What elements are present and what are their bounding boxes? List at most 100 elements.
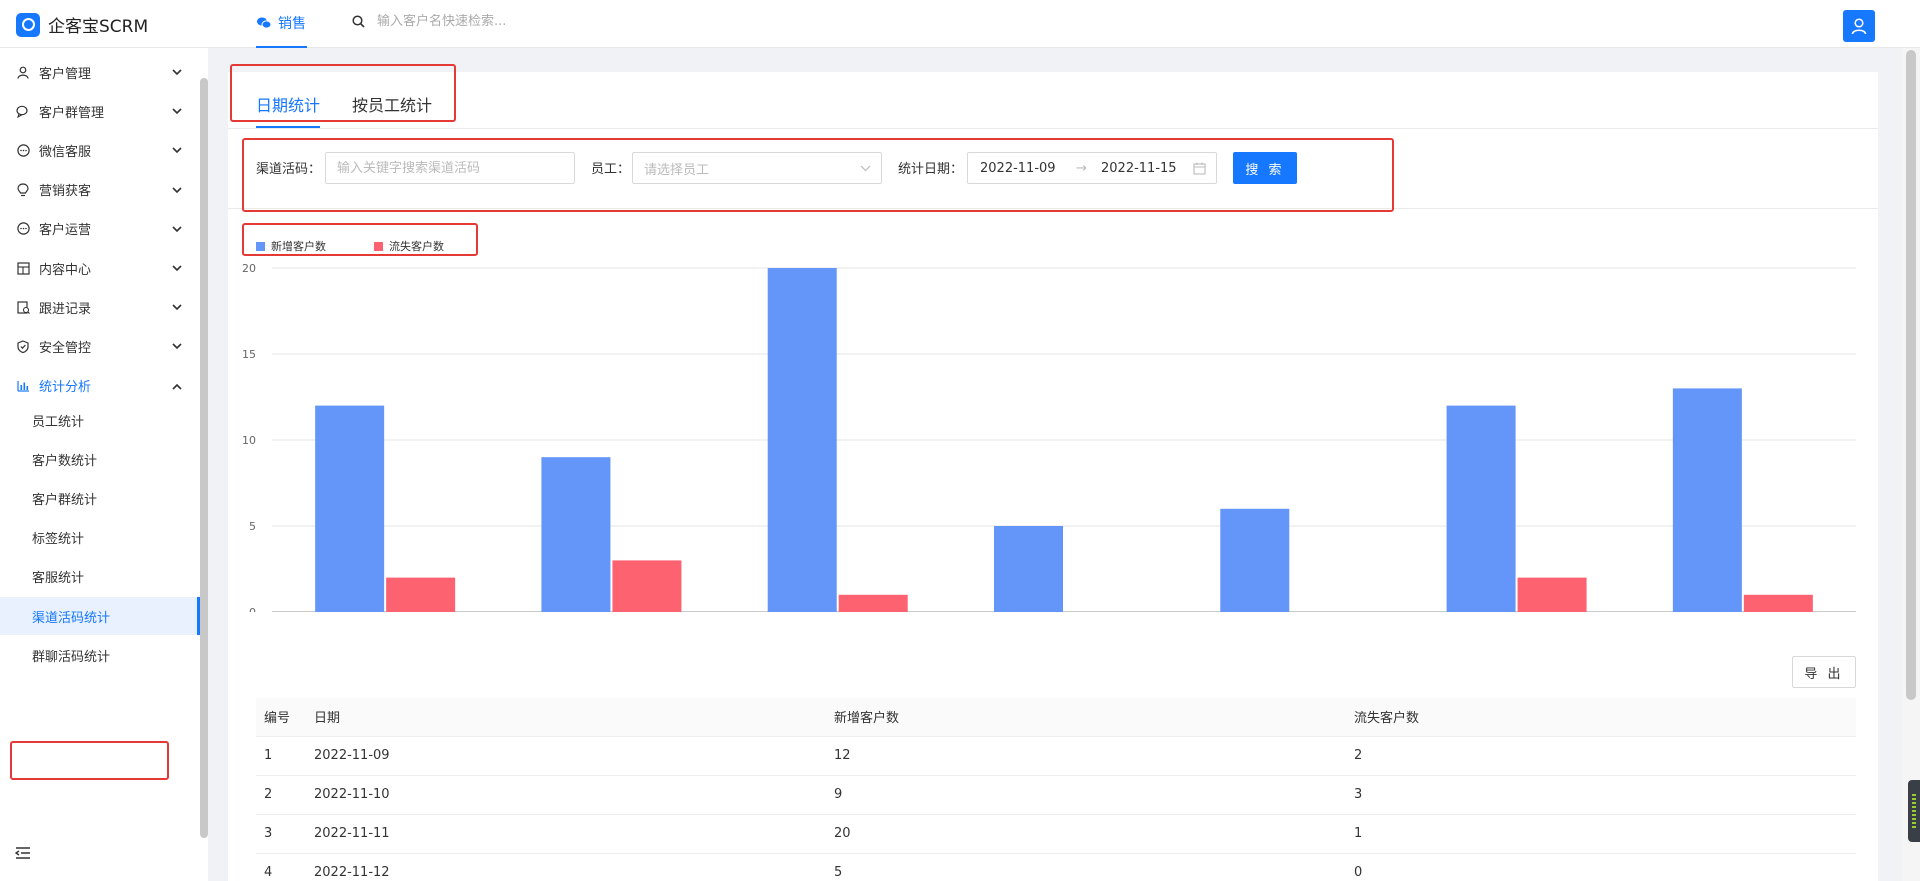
tabs-divider: [228, 128, 1878, 129]
chevron-down-icon: [172, 222, 182, 237]
cell-date: 2022-11-12: [306, 853, 826, 881]
shield-icon: [14, 340, 32, 353]
col-header-no: 编号: [256, 698, 306, 737]
search-icon: [352, 15, 365, 28]
collapse-menu-icon[interactable]: [14, 846, 31, 864]
sidebar-subitem-3[interactable]: 客户群统计: [0, 479, 200, 517]
bar-chart-icon: [14, 380, 32, 392]
sidebar-item-label: 微信客服: [39, 144, 92, 160]
bulb-icon: [14, 182, 32, 197]
bar-new: [1446, 405, 1516, 612]
bar-lost: [838, 594, 908, 612]
col-header-date: 日期: [306, 698, 826, 737]
bar-new: [315, 405, 385, 612]
top-header: 企客宝SCRM 销售: [0, 0, 1920, 48]
app-logo[interactable]: 企客宝SCRM: [16, 12, 148, 37]
chevron-down-icon: [172, 300, 182, 315]
sidebar-subitem-1[interactable]: 员工统计: [0, 401, 200, 439]
highlight-box-legend: [242, 223, 478, 256]
sidebar-subitem-label: 群聊活码统计: [32, 649, 111, 665]
sidebar-subitem-7[interactable]: 群聊活码统计: [0, 636, 200, 674]
table-row: 3 2022-11-11 20 1: [256, 814, 1856, 854]
sidebar-subitem-label: 客户群统计: [32, 492, 98, 508]
cell-date: 2022-11-09: [306, 736, 826, 776]
cell-date: 2022-11-10: [306, 775, 826, 815]
bar-lost: [386, 577, 456, 612]
content-icon: [14, 261, 32, 275]
cell-lost: 2: [1346, 736, 1856, 776]
sidebar-item-label: 客户运营: [39, 223, 92, 239]
search-input[interactable]: [377, 14, 677, 29]
cell-lost: 1: [1346, 814, 1856, 854]
sidebar-item-label: 统计分析: [39, 380, 92, 396]
stats-table: 编号 日期 新增客户数 流失客户数 1 2022-11-09 12 2 2 2022-11…: [256, 698, 1856, 881]
sidebar-subitem-6[interactable]: 渠道活码统计: [0, 597, 200, 635]
export-button[interactable]: 导 出: [1792, 656, 1856, 688]
col-header-new: 新增客户数: [826, 698, 1346, 737]
sidebar-subitem-5[interactable]: 客服统计: [0, 558, 200, 596]
user-icon: [14, 66, 32, 79]
sidebar-item-label: 内容中心: [39, 262, 92, 278]
cell-no: 3: [256, 814, 306, 854]
sidebar-scrollbar[interactable]: [200, 78, 208, 838]
logo-text: 企客宝SCRM: [48, 17, 149, 37]
bar-lost: [612, 560, 682, 612]
sidebar-item-label: 跟进记录: [39, 301, 92, 317]
bar-chart: 051015202022-11-092022-11-102022-11-1120…: [242, 262, 1856, 612]
nav-tab-sales[interactable]: 销售: [256, 0, 307, 48]
y-tick-label: 10: [242, 434, 256, 447]
bar-new: [1672, 388, 1742, 612]
user-avatar[interactable]: [1843, 10, 1875, 42]
cell-no: 4: [256, 853, 306, 881]
floating-toolbar-handle[interactable]: [1908, 780, 1920, 842]
table-row: 2 2022-11-10 9 3: [256, 775, 1856, 815]
bar-new: [767, 268, 837, 612]
bar-new: [994, 526, 1063, 612]
message-dots-icon: [14, 222, 32, 235]
sidebar-item-label: 客户管理: [39, 66, 92, 82]
sidebar-item-label: 客户群管理: [39, 105, 105, 121]
record-icon: [14, 301, 32, 314]
highlight-box-filters: [242, 138, 1394, 212]
cell-no: 1: [256, 736, 306, 776]
global-search: [352, 14, 677, 29]
chevron-up-icon: [172, 379, 182, 394]
cell-lost: 3: [1346, 775, 1856, 815]
cell-new: 12: [826, 736, 1346, 776]
table-row: 1 2022-11-09 12 2: [256, 736, 1856, 776]
sidebar-item-label: 安全管控: [39, 340, 92, 356]
bar-new: [541, 457, 611, 612]
highlight-box-tabs: [230, 64, 456, 122]
chevron-down-icon: [172, 261, 182, 276]
sidebar-subitem-label: 标签统计: [32, 532, 85, 548]
page-scrollbar[interactable]: [1906, 50, 1916, 700]
cell-no: 2: [256, 775, 306, 815]
chevron-down-icon: [172, 339, 182, 354]
y-tick-label: 0: [249, 606, 256, 612]
cell-new: 9: [826, 775, 1346, 815]
y-tick-label: 15: [242, 348, 256, 361]
chevron-down-icon: [172, 143, 182, 158]
table-header-row: 编号 日期 新增客户数 流失客户数: [256, 698, 1856, 737]
sidebar-subitem-4[interactable]: 标签统计: [0, 519, 200, 557]
chevron-down-icon: [172, 65, 182, 80]
sidebar-item-label: 营销获客: [39, 184, 92, 200]
sidebar-subitem-label: 员工统计: [32, 414, 85, 430]
sidebar-subitem-label: 客户数统计: [32, 453, 98, 469]
cell-date: 2022-11-11: [306, 814, 826, 854]
y-tick-label: 5: [249, 520, 256, 533]
highlight-box-menu-item: [10, 741, 169, 780]
user-icon: [1851, 18, 1867, 35]
sidebar-subitem-label: 客服统计: [32, 571, 85, 587]
cell-lost: 0: [1346, 853, 1856, 881]
sidebar-subitem-label: 渠道活码统计: [32, 610, 111, 626]
chevron-down-icon: [172, 104, 182, 119]
bar-lost: [1517, 577, 1587, 612]
bar-new: [1220, 508, 1290, 612]
table-row: 4 2022-11-12 5 0: [256, 853, 1856, 881]
wechat-icon: [257, 17, 271, 29]
chat-icon: [14, 105, 32, 118]
chevron-down-icon: [172, 183, 182, 198]
sidebar-subitem-2[interactable]: 客户数统计: [0, 440, 200, 478]
col-header-lost: 流失客户数: [1346, 698, 1856, 737]
